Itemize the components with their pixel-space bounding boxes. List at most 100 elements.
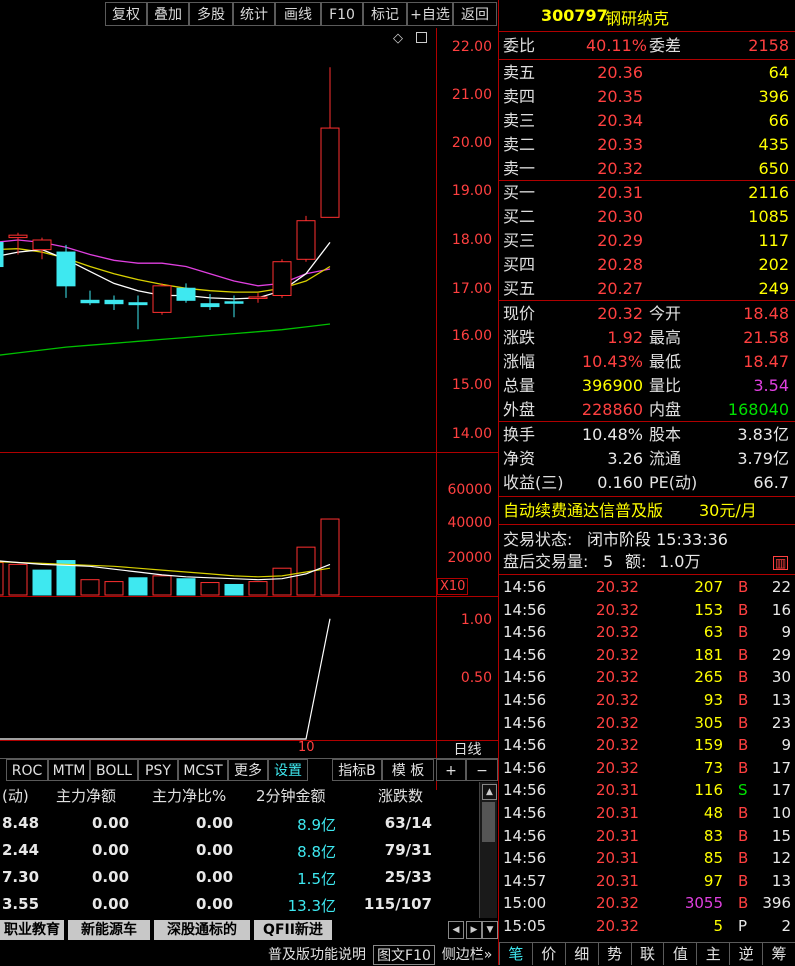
volume-bar[interactable] [176,578,196,596]
scrollbar-thumb[interactable] [482,802,495,842]
candle-body[interactable] [296,220,316,260]
scroll-right-icon[interactable]: ▶ [466,921,482,939]
candle-body[interactable] [56,251,76,287]
detail-tab[interactable]: 逆 [729,943,762,965]
volume-bar[interactable] [8,563,28,596]
detail-tab[interactable]: 主 [696,943,729,965]
remove-indicator-button[interactable]: − [466,759,498,781]
volume-bar[interactable] [32,569,52,596]
candle-body[interactable] [272,261,292,296]
tick-row[interactable]: 14:57 20.31 97 B 13 [501,870,795,893]
volume-bar[interactable] [104,581,124,596]
candle-body[interactable] [200,303,220,308]
bid-row[interactable]: 买三 20.29 117 [501,229,795,253]
promo-row[interactable]: 自动续费通达信普及版 30元/月 [501,499,795,523]
volume-bar[interactable] [128,577,148,596]
tick-row[interactable]: 14:56 20.31 85 B 12 [501,847,795,870]
period-daily-button[interactable]: 日线 [437,741,498,759]
bar-chart-icon[interactable]: ▥ [773,556,789,570]
tab-settings[interactable]: 设置 [268,759,308,781]
indicator-chart[interactable] [0,597,436,740]
help-link[interactable]: 普及版功能说明 [262,945,372,965]
bid-row[interactable]: 买四 20.28 202 [501,253,795,277]
candle-body[interactable] [320,127,340,218]
tick-row[interactable]: 14:56 20.32 265 B 30 [501,666,795,689]
volume-bar[interactable] [320,518,340,596]
promo-price[interactable]: 30元/月 [699,499,757,523]
tab-boll[interactable]: BOLL [90,759,138,781]
draw-line-button[interactable]: 画线 [275,2,321,26]
ask-row[interactable]: 卖三 20.34 66 [501,109,795,133]
column-header[interactable]: 涨跌数 [378,785,423,806]
fuquan-button[interactable]: 复权 [105,2,147,26]
candle-body[interactable] [80,299,100,304]
add-favorite-button[interactable]: +自选 [407,2,453,26]
candle-body[interactable] [224,301,244,304]
volume-bar[interactable] [248,581,268,596]
template-button[interactable]: 模 板 [382,759,434,781]
candle-body[interactable] [8,234,28,239]
ask-row[interactable]: 卖二 20.33 435 [501,133,795,157]
detail-tab[interactable]: 联 [630,943,664,965]
sector-row[interactable]: 7.30 0.00 0.00 1.5亿 25/33 [0,866,478,890]
candle-body[interactable] [128,302,148,306]
tick-row[interactable]: 14:56 20.32 93 B 13 [501,689,795,712]
volume-bar[interactable] [0,561,4,596]
tick-row[interactable]: 14:56 20.32 181 B 29 [501,644,795,667]
candle-body[interactable] [104,299,124,305]
candle-body[interactable] [32,239,52,251]
tick-row[interactable]: 14:56 20.31 48 B 10 [501,802,795,825]
candle-body[interactable] [248,296,268,299]
volume-bar[interactable] [224,583,244,596]
tick-row[interactable]: 14:56 20.32 305 B 23 [501,712,795,735]
sector-row[interactable]: 8.48 0.00 0.00 8.9亿 63/14 [0,812,478,836]
detail-tab[interactable]: 笔 [499,943,532,965]
tick-row[interactable]: 15:05 20.32 5 P 2 [501,915,795,938]
detail-tab[interactable]: 细 [564,943,598,965]
ask-row[interactable]: 卖一 20.32 650 [501,157,795,181]
tick-row[interactable]: 14:56 20.31 116 S 17 [501,779,795,802]
tab-psy[interactable]: PSY [138,759,178,781]
tab-mcst[interactable]: MCST [178,759,228,781]
f10-button[interactable]: F10 [321,2,363,26]
promo-text[interactable]: 自动续费通达信普及版 [503,499,663,523]
overlay-button[interactable]: 叠加 [147,2,189,26]
scroll-left-icon[interactable]: ◀ [448,921,464,939]
sector-tab-new-energy-car[interactable]: 新能源车 [68,920,150,940]
ask-row[interactable]: 卖五 20.36 64 [501,61,795,85]
bid-row[interactable]: 买一 20.31 2116 [501,181,795,205]
sector-tab-vocational-edu[interactable]: 职业教育 [0,920,64,940]
scrollbar[interactable]: ▲ [479,782,497,918]
volume-bar[interactable] [80,579,100,596]
tick-row[interactable]: 14:56 20.31 83 B 15 [501,825,795,848]
bid-row[interactable]: 买五 20.27 249 [501,277,795,301]
tick-row[interactable]: 15:00 20.32 3055 B 396 [501,892,795,915]
column-header[interactable]: 主力净比% [152,785,226,806]
candle-body[interactable] [152,285,172,313]
detail-tab[interactable]: 值 [663,943,696,965]
stats-button[interactable]: 统计 [233,2,275,26]
volume-chart[interactable] [0,453,436,596]
volume-bar[interactable] [272,567,292,596]
tick-row[interactable]: 14:56 20.32 153 B 16 [501,599,795,622]
tab-more[interactable]: 更多 [228,759,268,781]
volume-bar[interactable] [152,575,172,596]
tick-row[interactable]: 14:56 20.32 159 B 9 [501,734,795,757]
candle-body[interactable] [0,241,4,268]
column-header[interactable]: 2分钟金额 [256,785,326,806]
candlestick-chart[interactable] [0,28,436,452]
tab-roc[interactable]: ROC [6,759,48,781]
scroll-down-icon[interactable]: ▼ [482,921,498,939]
scroll-up-icon[interactable]: ▲ [482,784,497,800]
graphic-f10-tab[interactable]: 图文F10 [373,945,435,965]
detail-tab[interactable]: 价 [531,943,565,965]
ask-row[interactable]: 卖四 20.35 396 [501,85,795,109]
indicator-b-button[interactable]: 指标B [332,759,382,781]
sidebar-toggle[interactable]: 侧边栏» [436,945,498,965]
bid-row[interactable]: 买二 20.30 1085 [501,205,795,229]
sector-row[interactable]: 3.55 0.00 0.00 13.3亿 115/107 [0,893,478,917]
add-indicator-button[interactable]: + [436,759,466,781]
multi-stock-button[interactable]: 多股 [189,2,233,26]
back-button[interactable]: 返回 [453,2,497,26]
detail-tab[interactable]: 筹 [762,943,795,965]
